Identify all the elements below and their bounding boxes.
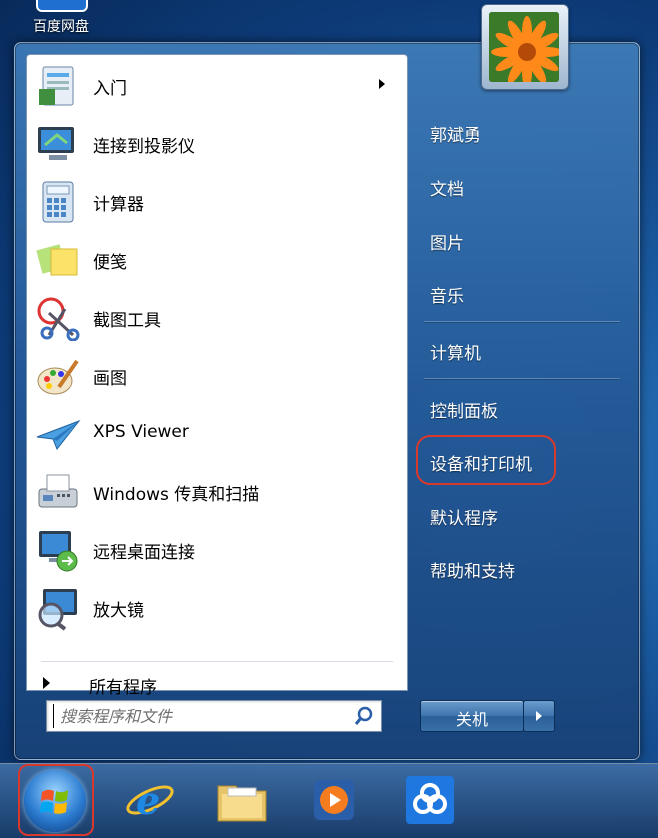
program-label: 连接到投影仪 <box>93 137 195 157</box>
right-item-label: 郭斌勇 <box>430 126 481 146</box>
program-remote-desktop[interactable]: 远程桌面连接 <box>29 521 405 577</box>
expand-arrow-icon <box>43 677 50 689</box>
search-box[interactable] <box>46 700 382 732</box>
program-label: XPS Viewer <box>93 422 189 442</box>
highlight-annotation <box>416 435 556 485</box>
search-input[interactable] <box>53 704 352 728</box>
right-item-user[interactable]: 郭斌勇 <box>418 113 618 149</box>
program-fax-scan[interactable]: Windows 传真和扫描 <box>29 463 405 519</box>
program-magnifier[interactable]: 放大镜 <box>29 579 405 635</box>
right-item-control-panel[interactable]: 控制面板 <box>418 389 618 425</box>
divider <box>424 321 620 322</box>
remote-desktop-icon <box>35 527 81 573</box>
right-item-label: 控制面板 <box>430 402 498 422</box>
flower-picture-icon <box>489 12 559 82</box>
program-label: Windows 传真和扫描 <box>93 485 260 505</box>
taskbar: e <box>0 763 658 838</box>
media-player-icon[interactable] <box>306 772 362 828</box>
file-explorer-icon[interactable] <box>214 772 270 828</box>
desktop-icon-label: 百度网盘 <box>33 19 89 35</box>
program-sticky-notes[interactable]: 便笺 <box>29 231 405 287</box>
shutdown-button[interactable]: 关机 <box>420 700 524 732</box>
user-picture[interactable] <box>481 4 569 90</box>
program-getting-started[interactable]: 入门 <box>29 57 405 113</box>
program-label: 截图工具 <box>93 311 161 331</box>
right-item-computer[interactable]: 计算机 <box>418 331 618 367</box>
projector-icon <box>35 121 81 167</box>
right-item-label: 计算机 <box>430 344 481 364</box>
program-label: 画图 <box>93 369 127 389</box>
program-label: 放大镜 <box>93 601 144 621</box>
baidu-netdisk-icon <box>36 0 88 12</box>
paint-icon <box>35 353 81 399</box>
fax-scan-icon <box>35 469 81 515</box>
shutdown-options-button[interactable] <box>523 700 555 732</box>
calculator-icon <box>35 179 81 225</box>
search-icon[interactable] <box>353 705 375 727</box>
right-item-label: 图片 <box>430 234 464 254</box>
program-connect-projector[interactable]: 连接到投影仪 <box>29 115 405 171</box>
chevron-right-icon <box>536 711 542 721</box>
magnifier-icon <box>35 585 81 631</box>
program-paint[interactable]: 画图 <box>29 347 405 403</box>
program-snipping-tool[interactable]: 截图工具 <box>29 289 405 345</box>
getting-started-icon <box>35 63 81 109</box>
right-item-documents[interactable]: 文档 <box>418 167 618 203</box>
program-xps-viewer[interactable]: XPS Viewer <box>29 405 405 461</box>
right-item-label: 帮助和支持 <box>430 562 515 582</box>
program-label: 入门 <box>93 79 127 99</box>
right-item-pictures[interactable]: 图片 <box>418 221 618 257</box>
xps-viewer-icon <box>35 411 81 457</box>
shutdown-label: 关机 <box>455 710 488 729</box>
program-calculator[interactable]: 计算器 <box>29 173 405 229</box>
right-item-default-programs[interactable]: 默认程序 <box>418 496 618 532</box>
programs-pane: 入门 连接到投影仪 计算器 便笺 截图工具 画图 XPS Viewer Wind… <box>26 54 408 698</box>
right-item-label: 文档 <box>430 180 464 200</box>
right-item-label: 音乐 <box>430 287 464 307</box>
divider <box>424 378 620 379</box>
svg-text:e: e <box>136 778 160 823</box>
highlight-annotation <box>18 764 94 836</box>
internet-explorer-icon[interactable]: e <box>122 772 178 828</box>
right-item-music[interactable]: 音乐 <box>418 274 618 310</box>
program-label: 计算器 <box>93 195 144 215</box>
sticky-notes-icon <box>35 237 81 283</box>
desktop-icon-baidu-netdisk[interactable]: 百度网盘 <box>30 0 110 38</box>
right-item-help[interactable]: 帮助和支持 <box>418 549 618 585</box>
submenu-arrow-icon[interactable] <box>379 79 385 89</box>
snipping-tool-icon <box>35 295 81 342</box>
program-label: 远程桌面连接 <box>93 543 195 563</box>
program-label: 便笺 <box>93 253 127 273</box>
divider <box>41 661 393 662</box>
baidu-netdisk-icon[interactable] <box>402 772 458 828</box>
search-area <box>26 690 406 748</box>
right-item-label: 默认程序 <box>430 509 498 529</box>
